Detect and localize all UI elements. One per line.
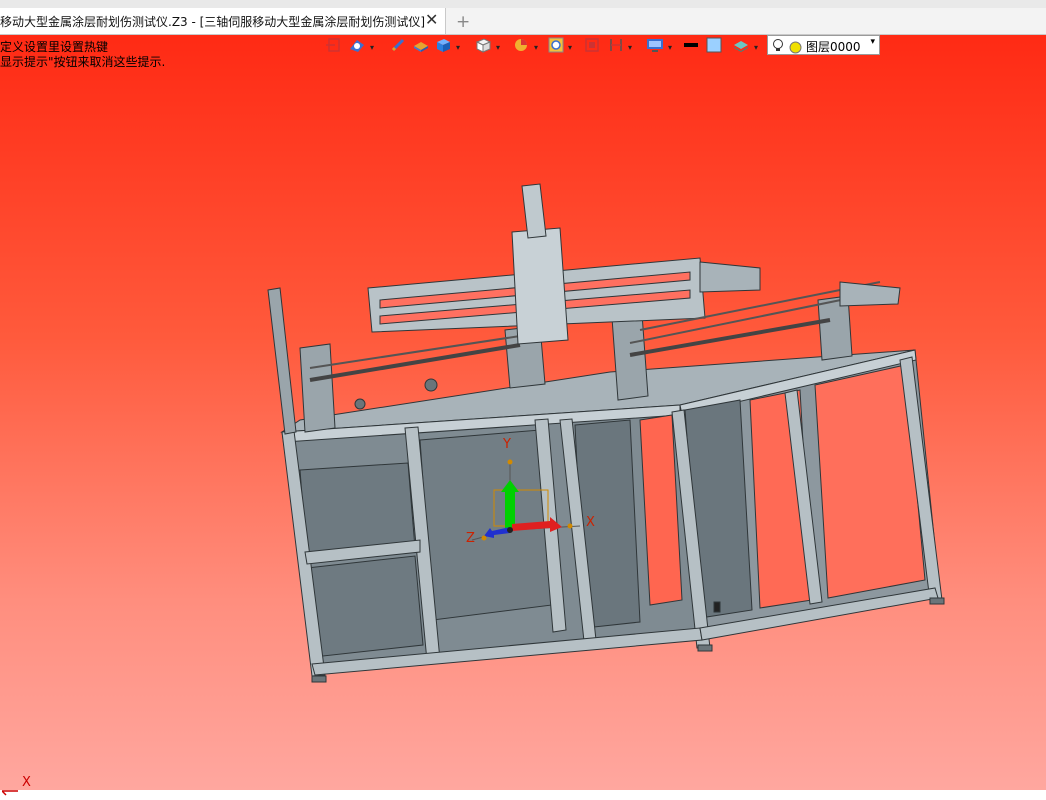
chevron-down-icon[interactable]: ▾: [534, 43, 538, 52]
chevron-down-icon[interactable]: ▾: [456, 43, 460, 52]
lightbulb-icon[interactable]: [772, 38, 784, 57]
render-mode-icon[interactable]: [348, 37, 368, 55]
hint-line-2: 显示提示"按钮来取消这些提示.: [0, 55, 166, 69]
frame-icon[interactable]: [584, 37, 604, 55]
view-toolbar: ▾ ▾ ▾ ▾ ▾ ▾ ▾ ▾: [326, 37, 766, 57]
layer-name: 图层0000: [806, 40, 861, 54]
shaded-box-icon[interactable]: [412, 37, 432, 55]
chevron-down-icon[interactable]: ▾: [496, 43, 500, 52]
cad-model[interactable]: [0, 35, 1046, 790]
document-tab[interactable]: 移动大型金属涂层耐划伤测试仪.Z3 - [三轴伺服移动大型金属涂层耐划伤测试仪]…: [0, 8, 446, 34]
view-cube-icon[interactable]: [474, 37, 494, 55]
close-icon[interactable]: ✕: [425, 10, 438, 29]
tab-bar: 移动大型金属涂层耐划伤测试仪.Z3 - [三轴伺服移动大型金属涂层耐划伤测试仪]…: [0, 8, 1046, 35]
display-icon[interactable]: [646, 37, 666, 55]
corner-x-label: X: [22, 775, 31, 790]
chevron-down-icon[interactable]: ▾: [754, 43, 758, 52]
zoom-icon[interactable]: [548, 37, 568, 55]
chevron-down-icon[interactable]: ▾: [870, 37, 875, 47]
section-view-icon[interactable]: [512, 37, 532, 55]
solid-view-icon[interactable]: [434, 37, 454, 55]
fill-color-icon[interactable]: [706, 37, 726, 55]
corner-axis-icon: [1, 781, 20, 800]
layer-color-icon: [789, 39, 802, 58]
fit-view-icon[interactable]: [326, 37, 346, 55]
align-icon[interactable]: [608, 37, 628, 55]
z-axis-label: Z: [466, 531, 475, 546]
chevron-down-icon[interactable]: ▾: [568, 43, 572, 52]
chevron-down-icon[interactable]: ▾: [668, 43, 672, 52]
layer-selector[interactable]: 图层0000 ▾: [767, 35, 880, 55]
y-axis-label: Y: [503, 437, 511, 452]
layer-stack-icon[interactable]: [732, 37, 752, 55]
chevron-down-icon[interactable]: ▾: [370, 43, 374, 52]
new-tab-button[interactable]: +: [456, 12, 470, 32]
line-color-icon[interactable]: [682, 37, 702, 55]
3d-viewport[interactable]: Y X Z: [0, 35, 1046, 790]
x-axis-label: X: [586, 515, 595, 530]
chevron-down-icon[interactable]: ▾: [628, 43, 632, 52]
tab-title: 移动大型金属涂层耐划伤测试仪.Z3 - [三轴伺服移动大型金属涂层耐划伤测试仪]: [0, 15, 425, 29]
pen-icon[interactable]: [390, 37, 410, 55]
